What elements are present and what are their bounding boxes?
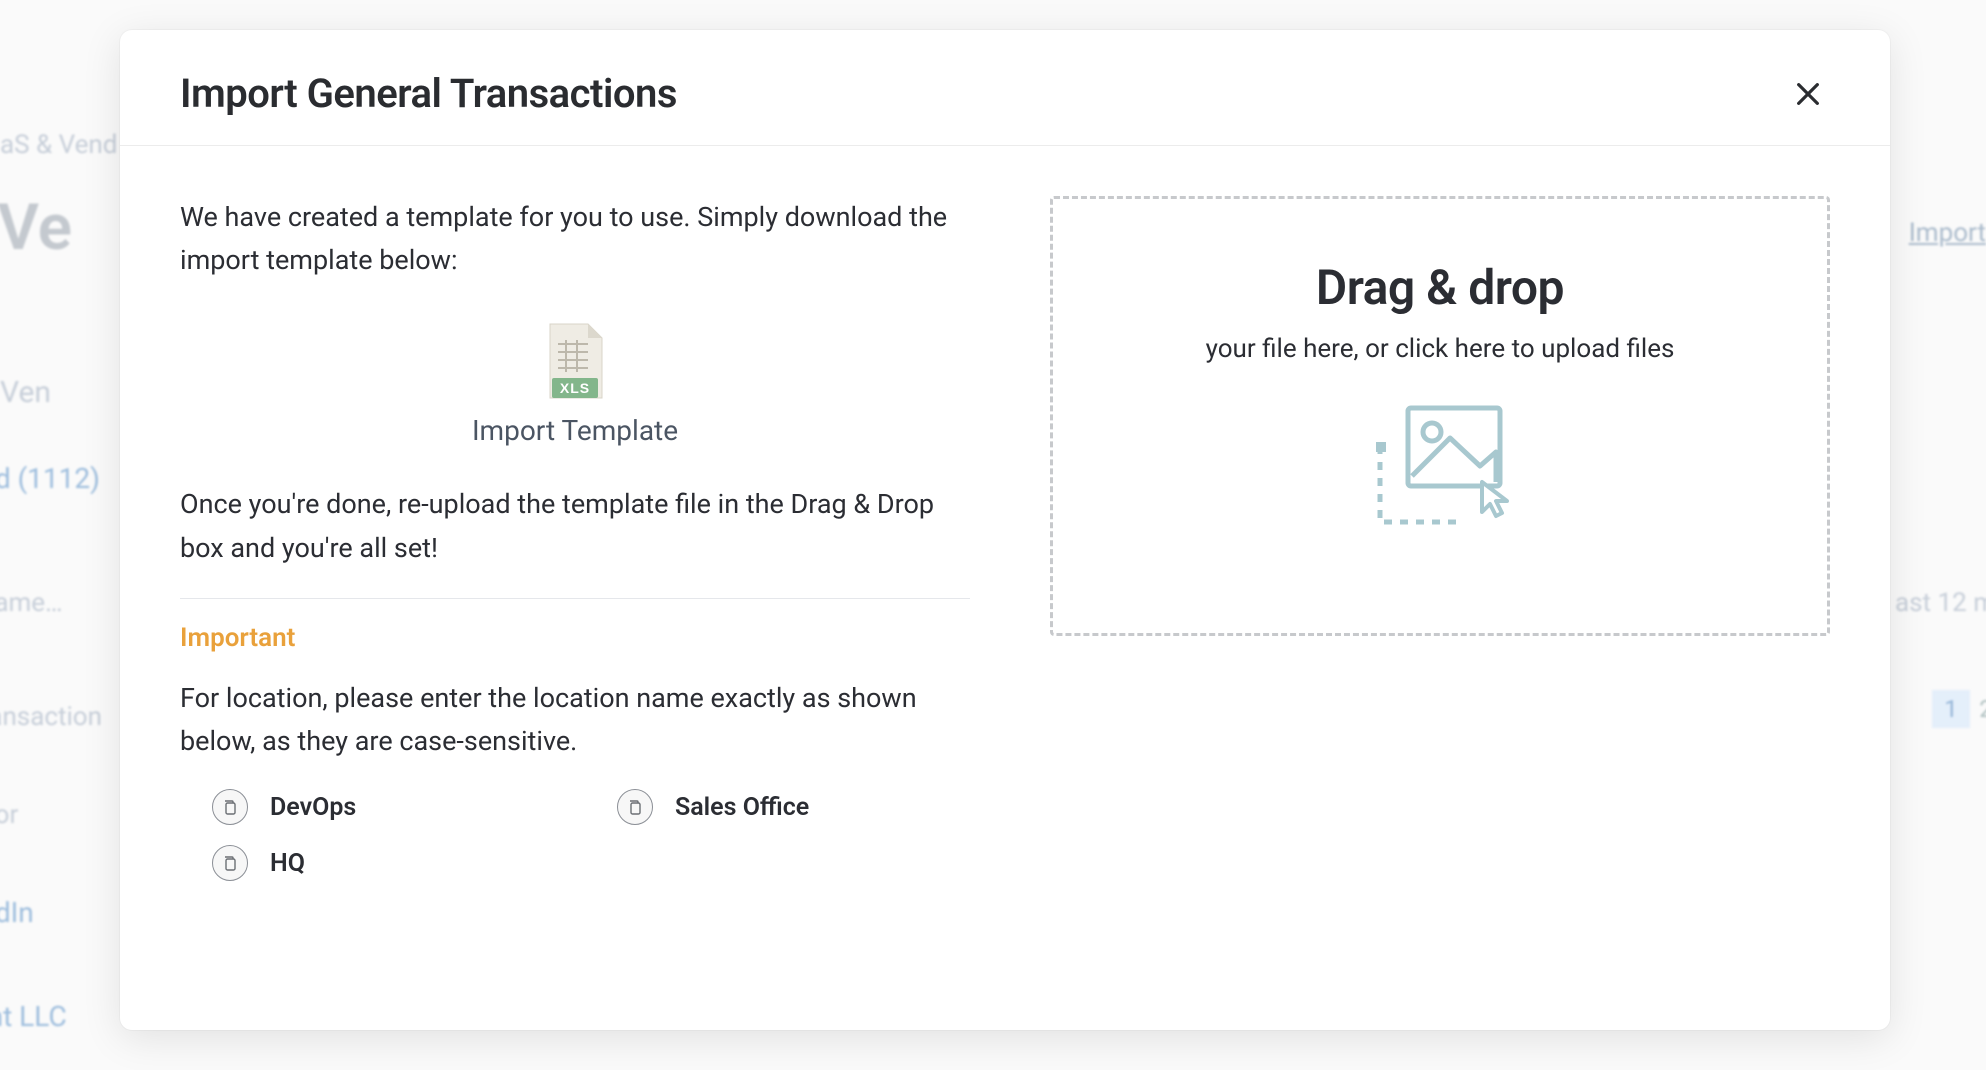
divider	[180, 598, 970, 599]
close-icon	[1792, 78, 1824, 110]
location-lists: DevOps HQ	[180, 789, 970, 901]
location-list-col1: DevOps HQ	[180, 789, 565, 901]
intro-text: We have created a template for you to us…	[180, 196, 970, 282]
bg-sidebar-item: name…	[0, 588, 62, 618]
copy-icon[interactable]	[212, 789, 248, 825]
bg-pagination-active: 1	[1932, 690, 1970, 728]
bg-right-tail: ast 12 m	[1895, 588, 1986, 618]
important-heading: Important	[180, 623, 970, 653]
list-item: Sales Office	[609, 789, 970, 825]
copy-icon[interactable]	[617, 789, 653, 825]
xls-file-icon: XLS	[544, 322, 606, 402]
important-body: For location, please enter the location …	[180, 677, 970, 763]
list-item: DevOps	[204, 789, 565, 825]
location-name: HQ	[270, 849, 305, 878]
location-name: DevOps	[270, 793, 356, 822]
bg-sidebar-item: edIn	[0, 896, 34, 929]
followup-text: Once you're done, re-upload the template…	[180, 483, 970, 569]
location-list-col2: Sales Office	[585, 789, 970, 901]
location-name: Sales Office	[675, 793, 809, 822]
bg-sidebar-item: dor	[0, 800, 18, 830]
bg-page-heading: & Ve	[0, 190, 72, 265]
bg-sidebar-item: Ven	[0, 375, 51, 410]
close-button[interactable]	[1786, 72, 1830, 116]
xls-badge-text: XLS	[560, 380, 590, 396]
bg-import-link: Import	[1909, 218, 1986, 248]
modal-title: Import General Transactions	[180, 70, 677, 117]
dropzone-title: Drag & drop	[1316, 259, 1564, 316]
download-template-button[interactable]: XLS Import Template	[180, 322, 970, 447]
bg-sidebar-item: ed (1112)	[0, 462, 100, 495]
bg-sidebar-item: Int LLC	[0, 1000, 67, 1033]
upload-image-icon	[1360, 402, 1520, 536]
list-item: HQ	[204, 845, 565, 881]
import-transactions-modal: Import General Transactions We have crea…	[120, 30, 1890, 1030]
file-dropzone[interactable]: Drag & drop your file here, or click her…	[1050, 196, 1830, 636]
modal-body: We have created a template for you to us…	[120, 146, 1890, 1030]
copy-icon[interactable]	[212, 845, 248, 881]
bg-pagination-next: 2	[1976, 690, 1986, 728]
template-label: Import Template	[472, 414, 678, 447]
dropzone-subtitle: your file here, or click here to upload …	[1206, 334, 1675, 364]
bg-sidebar-item: ransaction	[0, 702, 102, 732]
modal-header: Import General Transactions	[120, 30, 1890, 146]
bg-breadcrumb: aS & Vend	[0, 130, 117, 160]
upload-panel: Drag & drop your file here, or click her…	[1050, 196, 1830, 1000]
instructions-panel: We have created a template for you to us…	[180, 196, 970, 1000]
